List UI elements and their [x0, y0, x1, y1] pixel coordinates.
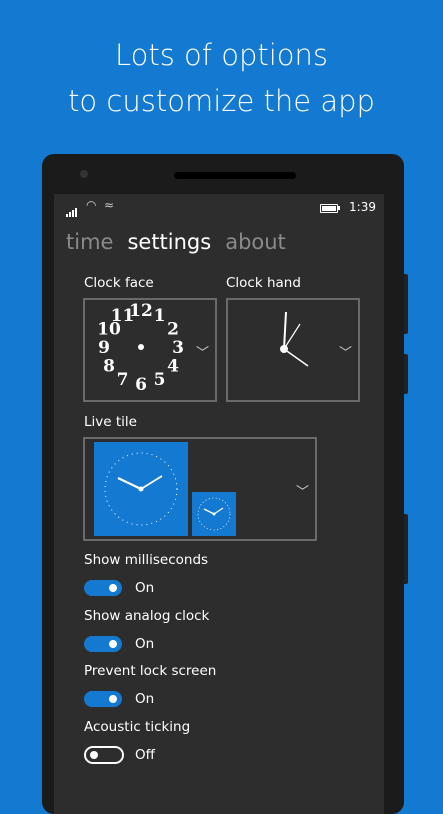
- chevron-down-icon: ﹀: [195, 346, 209, 361]
- analog-clock-icon: [197, 497, 231, 531]
- earpiece-speaker: [174, 172, 296, 179]
- clock-hand-label: Clock hand: [226, 275, 301, 291]
- prevent-lock-screen-toggle[interactable]: [84, 691, 122, 707]
- clock-numeral: 6: [135, 375, 147, 395]
- clock-numeral: 4: [167, 357, 179, 377]
- chevron-down-icon: ﹀: [295, 485, 309, 500]
- show-analog-clock-state: On: [135, 636, 155, 652]
- data-connection-icon: ≈: [104, 198, 115, 212]
- acoustic-ticking-state: Off: [135, 747, 155, 763]
- show-milliseconds-state: On: [135, 580, 155, 596]
- clock-face-picker[interactable]: 12 1 2 3 4 5 6 7 8 9 10 11 ﹀: [83, 298, 217, 402]
- promo-headline: Lots of options to customize the app: [0, 32, 443, 124]
- small-tile-preview: [192, 492, 236, 536]
- pivot-header: time settings about: [66, 230, 300, 254]
- power-button: [404, 354, 408, 394]
- analog-clock-icon: [104, 452, 178, 526]
- clock-numeral: 3: [172, 338, 184, 358]
- prevent-lock-screen-state: On: [135, 691, 155, 707]
- clock-numeral: 5: [154, 370, 166, 390]
- show-milliseconds-toggle[interactable]: [84, 580, 122, 596]
- battery-icon: [320, 204, 338, 213]
- clock-numeral: 11: [111, 306, 135, 326]
- status-time: 1:39: [349, 200, 376, 214]
- signal-strength-icon: [66, 203, 78, 217]
- show-analog-clock-label: Show analog clock: [84, 608, 210, 624]
- phone-frame: ◠ ≈ 1:39 time settings about Clock face Cl…: [42, 154, 408, 814]
- large-tile-preview: [94, 442, 188, 536]
- camera-button: [404, 514, 408, 584]
- tab-time[interactable]: time: [66, 230, 113, 254]
- live-tile-picker[interactable]: ﹀: [83, 437, 317, 541]
- headline-line-2: to customize the app: [68, 84, 375, 118]
- clock-numeral: 1: [154, 306, 166, 326]
- volume-button: [404, 274, 408, 334]
- front-camera: [80, 170, 88, 178]
- tab-settings[interactable]: settings: [127, 230, 211, 254]
- chevron-down-icon: ﹀: [338, 346, 352, 361]
- show-milliseconds-label: Show milliseconds: [84, 552, 209, 568]
- live-tile-label: Live tile: [84, 414, 137, 430]
- phone-screen: ◠ ≈ 1:39 time settings about Clock face Cl…: [54, 194, 384, 814]
- wifi-icon: ◠: [86, 198, 97, 212]
- clock-numeral: 9: [98, 338, 110, 358]
- clock-numeral: 7: [117, 370, 129, 390]
- clock-numeral: 8: [103, 357, 115, 377]
- prevent-lock-screen-label: Prevent lock screen: [84, 663, 217, 679]
- status-bar: ◠ ≈ 1:39: [54, 194, 384, 220]
- clock-numeral: 2: [167, 320, 179, 340]
- tab-about[interactable]: about: [225, 230, 286, 254]
- clock-hand-picker[interactable]: ﹀: [226, 298, 360, 402]
- show-analog-clock-toggle[interactable]: [84, 636, 122, 652]
- acoustic-ticking-label: Acoustic ticking: [84, 719, 191, 735]
- headline-line-1: Lots of options: [114, 38, 329, 72]
- acoustic-ticking-toggle[interactable]: [84, 746, 124, 764]
- clock-face-label: Clock face: [84, 275, 154, 291]
